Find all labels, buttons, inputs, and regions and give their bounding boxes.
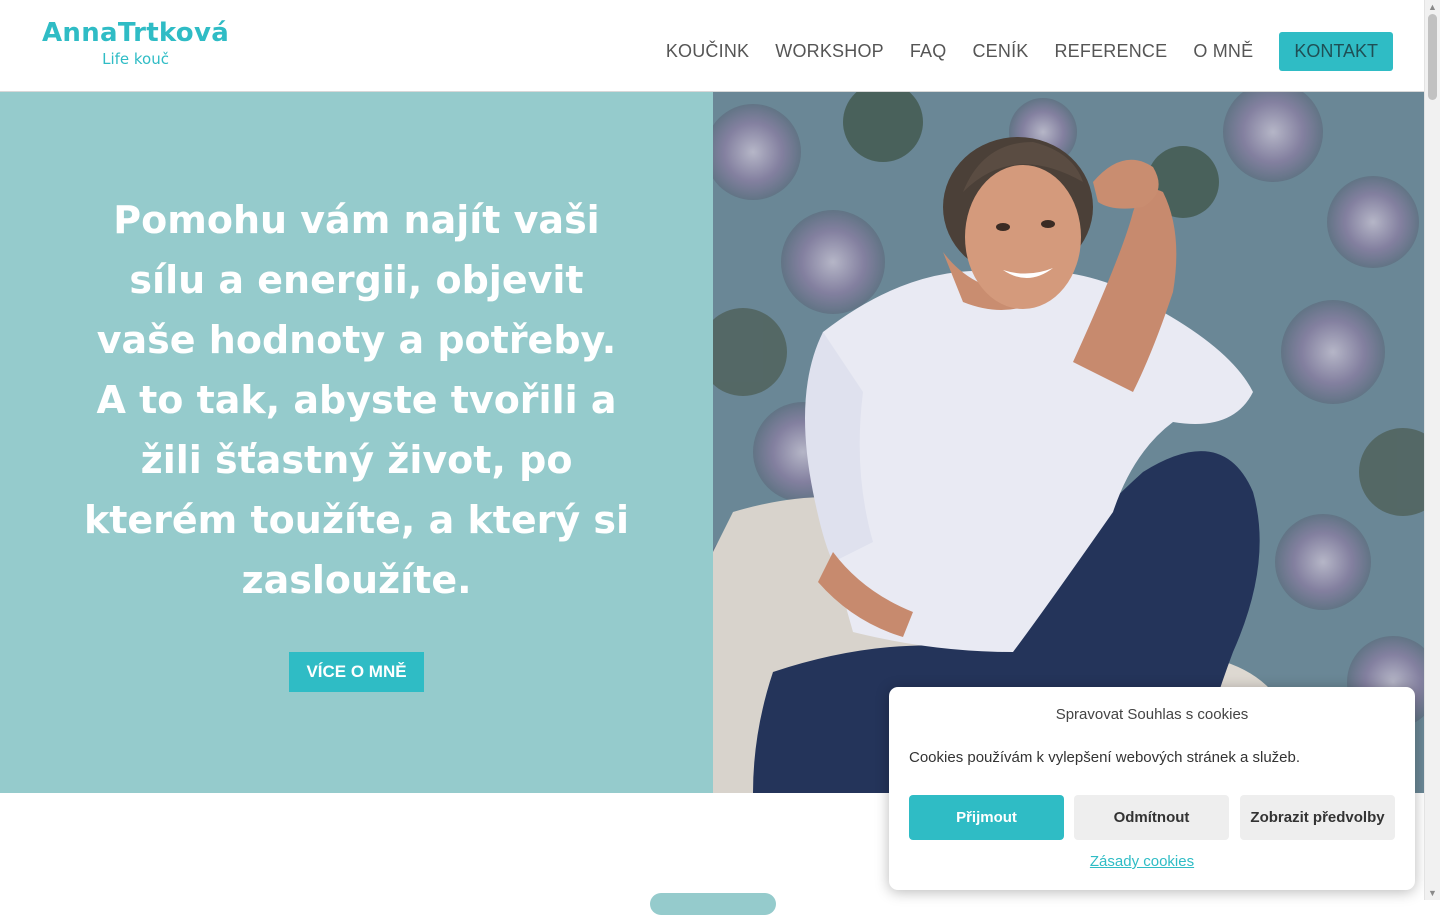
next-section-badge: [650, 893, 776, 915]
cookie-consent-dialog: Spravovat Souhlas s cookies Cookies použ…: [889, 687, 1415, 890]
contact-button[interactable]: KONTAKT: [1279, 32, 1393, 71]
cookie-title: Spravovat Souhlas s cookies: [1055, 706, 1249, 723]
scroll-down-arrow-icon[interactable]: ▼: [1428, 888, 1437, 898]
logo-name: AnnaTrtková: [42, 18, 230, 48]
main-nav: KOUČINK WORKSHOP FAQ CENÍK REFERENCE O M…: [640, 32, 1393, 71]
nav-item-workshop[interactable]: WORKSHOP: [775, 41, 884, 62]
about-me-button[interactable]: VÍCE O MNĚ: [289, 652, 424, 692]
site-logo[interactable]: AnnaTrtková Life kouč: [42, 17, 229, 69]
accept-cookies-button[interactable]: Přijmout: [909, 795, 1064, 840]
nav-item-cenik[interactable]: CENÍK: [972, 41, 1028, 62]
cookie-policy-link[interactable]: Zásady cookies: [889, 853, 1395, 870]
nav-item-faq[interactable]: FAQ: [910, 41, 947, 62]
hero-heading: Pomohu vám najít vaši sílu a energii, ob…: [83, 198, 630, 602]
deny-cookies-button[interactable]: Odmítnout: [1074, 795, 1229, 840]
site-header: AnnaTrtková Life kouč KOUČINK WORKSHOP F…: [0, 0, 1425, 92]
scroll-up-arrow-icon[interactable]: ▲: [1428, 2, 1437, 12]
page-scrollbar[interactable]: ▲ ▼: [1424, 0, 1440, 900]
logo-subtitle: Life kouč: [102, 50, 169, 68]
nav-item-o-mne[interactable]: O MNĚ: [1193, 41, 1253, 62]
nav-item-koucink[interactable]: KOUČINK: [666, 41, 749, 62]
cookie-message: Cookies používám k vylepšení webových st…: [909, 749, 1301, 766]
cookie-preferences-button[interactable]: Zobrazit předvolby: [1240, 795, 1395, 840]
scrollbar-thumb[interactable]: [1428, 14, 1437, 100]
nav-item-reference[interactable]: REFERENCE: [1054, 41, 1167, 62]
